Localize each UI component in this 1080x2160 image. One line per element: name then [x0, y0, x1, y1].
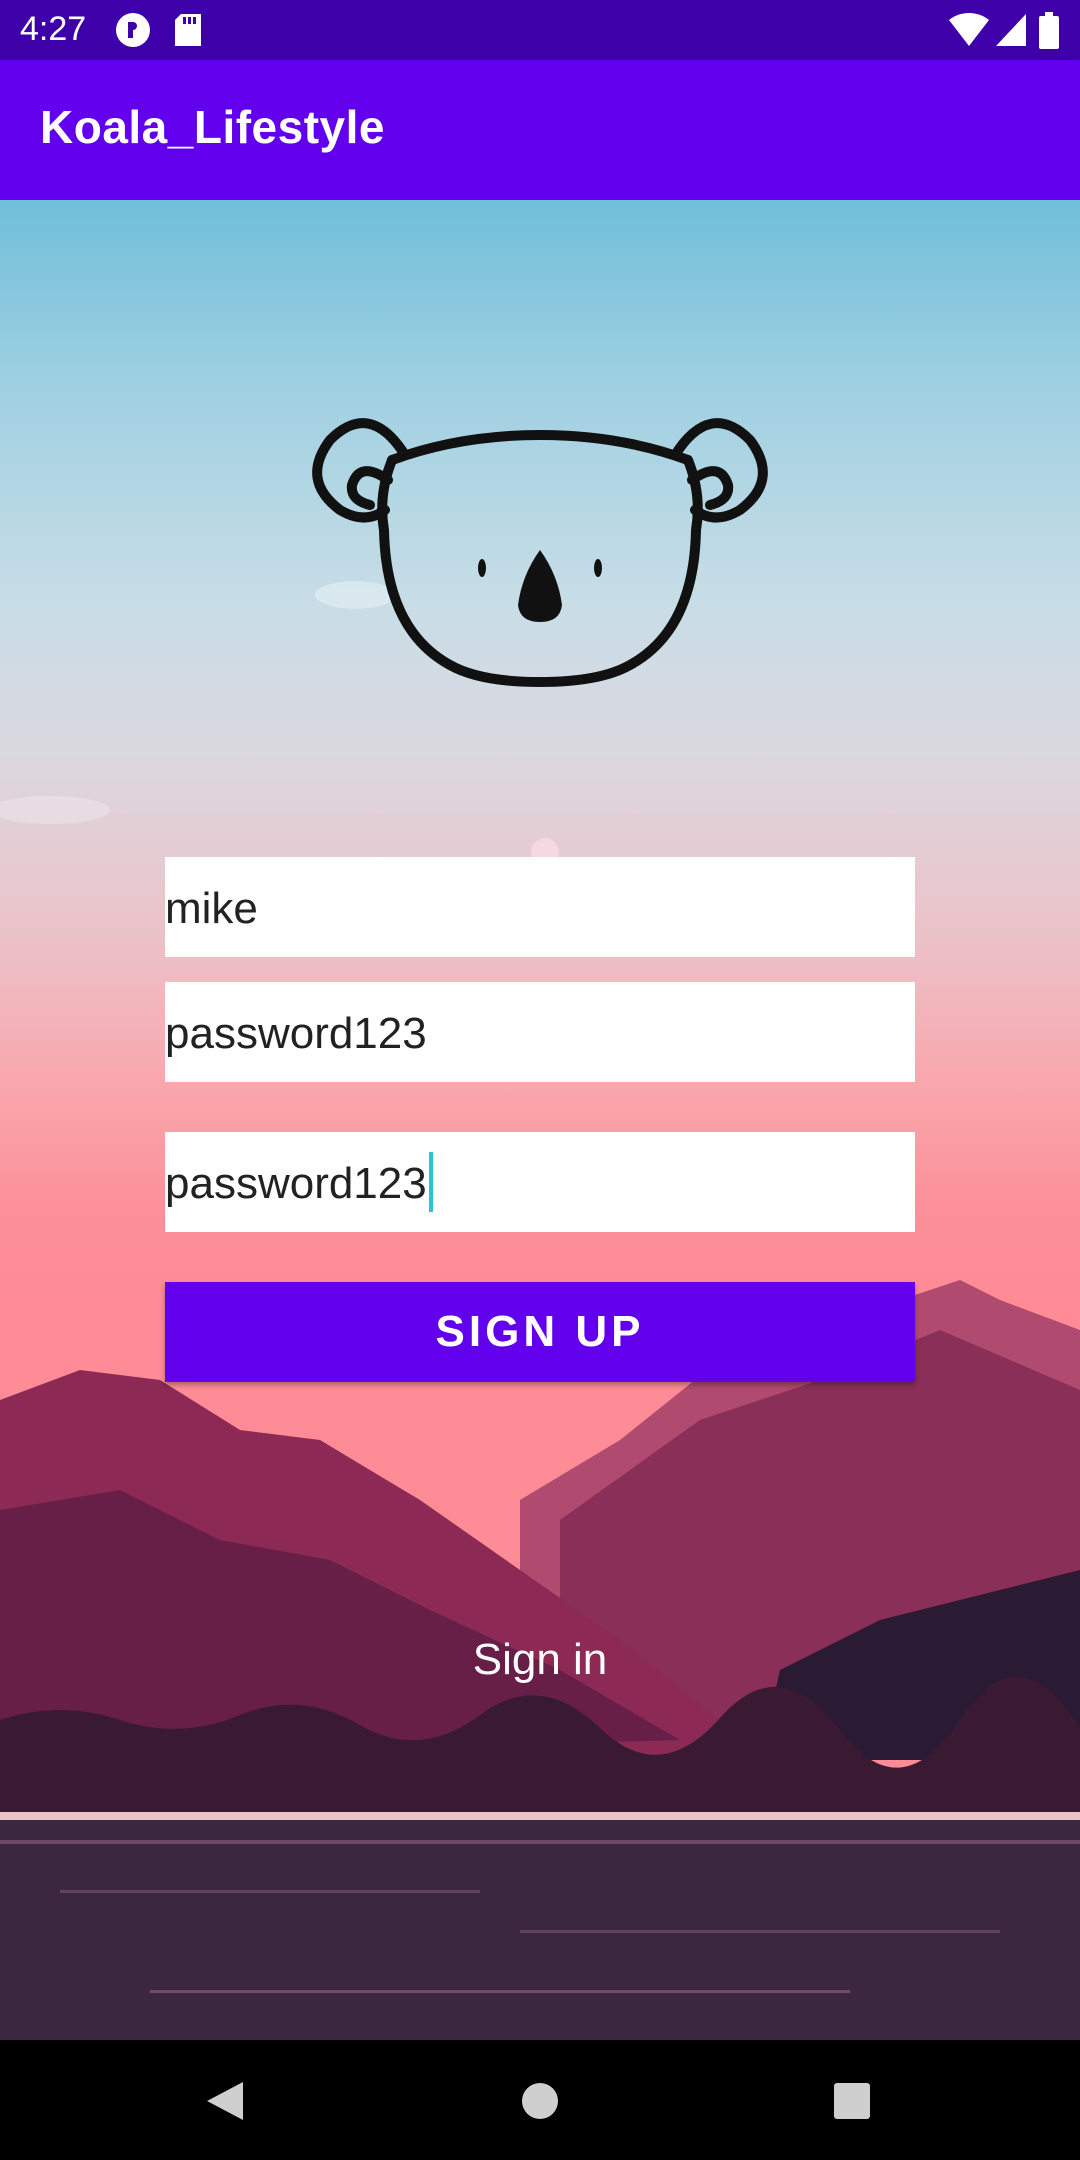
- username-value: mike: [165, 884, 258, 933]
- recents-icon[interactable]: [834, 2083, 870, 2124]
- confirm-password-text-wrap: password123: [165, 1152, 433, 1213]
- sign-up-button[interactable]: SIGN UP: [165, 1282, 915, 1382]
- home-icon[interactable]: [522, 2083, 558, 2124]
- content-area: mike password123 password123 SIGN UP Sig…: [0, 200, 1080, 2040]
- sd-card-icon: [173, 12, 203, 53]
- back-icon[interactable]: [205, 2080, 245, 2127]
- password-field[interactable]: password123: [165, 982, 915, 1082]
- status-time: 4:27: [20, 10, 87, 48]
- sign-in-link[interactable]: Sign in: [0, 1635, 1080, 1685]
- koala-logo-icon: [310, 400, 770, 690]
- signal-icon: [994, 12, 1028, 53]
- app-title: Koala_Lifestyle: [40, 101, 385, 153]
- text-cursor: [428, 1152, 433, 1213]
- navigation-bar: [0, 2040, 1080, 2160]
- username-field[interactable]: mike: [165, 857, 915, 957]
- status-bar: 4:27: [0, 0, 1080, 60]
- pocket-casts-icon: [115, 12, 151, 53]
- password-value: password123: [165, 1009, 427, 1058]
- wifi-icon: [948, 12, 990, 53]
- confirm-password-value: password123: [165, 1159, 427, 1208]
- battery-icon: [1038, 12, 1060, 55]
- confirm-password-field[interactable]: password123: [165, 1132, 915, 1232]
- app-bar: Koala_Lifestyle: [0, 60, 1080, 200]
